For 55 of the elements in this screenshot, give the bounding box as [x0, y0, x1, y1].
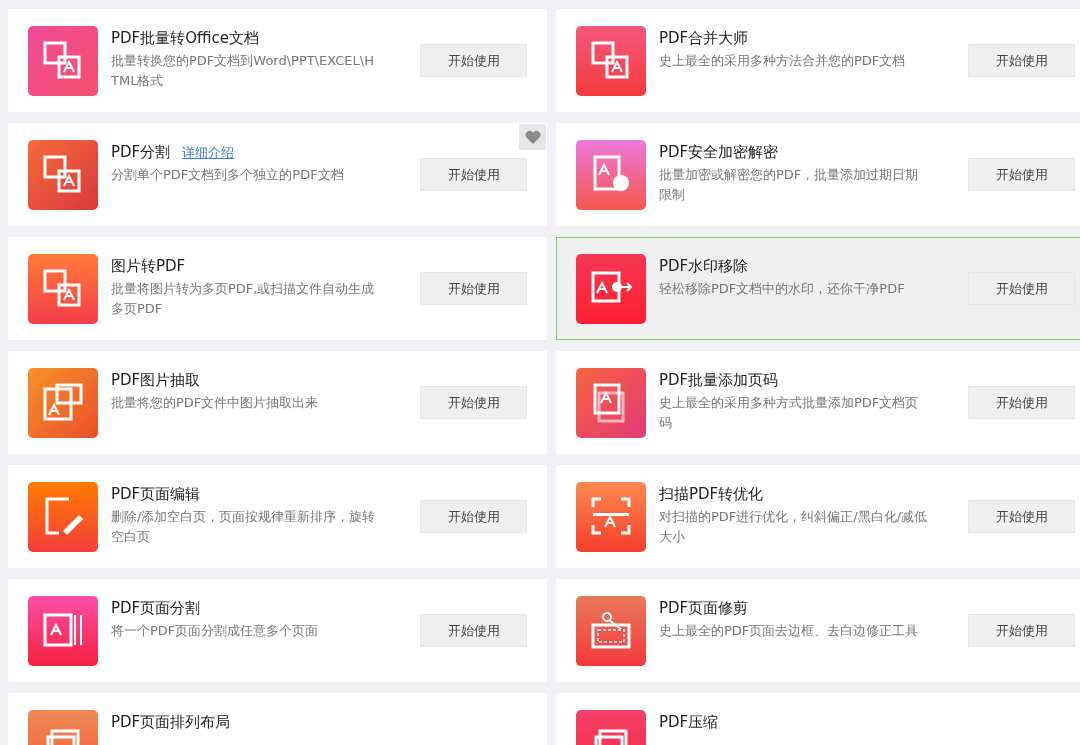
start-button[interactable]: 开始使用 [968, 158, 1075, 191]
tool-title: PDF页面修剪 [659, 599, 749, 618]
tool-card[interactable]: PDF页面修剪 史上最全的PDF页面去边框、去白边修正工具 开始使用 [556, 579, 1080, 682]
tool-title: PDF压缩 [659, 713, 719, 732]
start-button[interactable]: 开始使用 [420, 44, 527, 77]
tool-title: PDF批量添加页码 [659, 371, 779, 390]
tool-card[interactable]: PDF合并大师 史上最全的采用多种方法合并您的PDF文档 开始使用 [556, 9, 1080, 112]
start-button[interactable]: 开始使用 [968, 386, 1075, 419]
tool-title: 扫描PDF转优化 [659, 485, 764, 504]
tool-card[interactable]: PDF批量添加页码 史上最全的采用多种方式批量添加PDF文档页码 开始使用 [556, 351, 1080, 454]
tool-description: 史上最全的采用多种方法合并您的PDF文档 [659, 52, 907, 70]
tool-title: 图片转PDF [111, 257, 186, 276]
tool-description: 分割单个PDF文档到多个独立的PDF文档 [111, 166, 345, 184]
tool-description: 史上最全的PDF页面去边框、去白边修正工具 [659, 622, 920, 640]
tool-description: 将一个PDF页面分割成任意多个页面 [111, 622, 320, 640]
tool-card[interactable]: PDF分割 详细介绍 分割单个PDF文档到多个独立的PDF文档 开始使用 [8, 123, 547, 226]
tool-card[interactable]: PDF页面编辑 删除/添加空白页，页面按规律重新排序，旋转空白页 开始使用 [8, 465, 547, 568]
tool-title: PDF页面分割 [111, 599, 201, 618]
start-button[interactable]: 开始使用 [420, 614, 527, 647]
tool-card[interactable]: PDF批量转Office文档 批量转换您的PDF文档到Word\PPT\EXCEL\HTML格式 开始使用 [8, 9, 547, 112]
tool-description: 批量将您的PDF文件中图片抽取出来 [111, 394, 320, 412]
start-button[interactable]: 开始使用 [420, 386, 527, 419]
tool-title: PDF页面编辑 [111, 485, 201, 504]
tool-card[interactable]: PDF水印移除 轻松移除PDF文档中的水印，还你干净PDF 开始使用 [556, 237, 1080, 340]
tool-description: 批量加密或解密您的PDF，批量添加过期日期限制 [659, 166, 920, 204]
start-button[interactable]: 开始使用 [968, 500, 1075, 533]
tool-title: PDF水印移除 [659, 257, 749, 276]
tool-title: PDF页面排列布局 [111, 713, 231, 732]
tool-title: PDF批量转Office文档 [111, 29, 259, 48]
tool-description: 删除/添加空白页，页面按规律重新排序，旋转空白页 [111, 508, 377, 546]
heart-icon [524, 130, 541, 144]
tool-description: 对扫描的PDF进行优化，纠斜偏正/黑白化/减低大小 [659, 508, 929, 546]
tool-card[interactable]: PDF页面分割 将一个PDF页面分割成任意多个页面 开始使用 [8, 579, 547, 682]
tool-description: 史上最全的采用多种方式批量添加PDF文档页码 [659, 394, 920, 432]
start-button[interactable]: 开始使用 [968, 272, 1075, 305]
tool-card[interactable]: 图片转PDF 批量将图片转为多页PDF,或扫描文件自动生成多页PDF 开始使用 [8, 237, 547, 340]
tool-description: 轻松移除PDF文档中的水印，还你干净PDF [659, 280, 906, 298]
start-button[interactable]: 开始使用 [420, 158, 527, 191]
start-button[interactable]: 开始使用 [968, 614, 1075, 647]
favorite-tag[interactable] [519, 124, 546, 150]
tool-description: 批量将图片转为多页PDF,或扫描文件自动生成多页PDF [111, 280, 376, 318]
start-button[interactable]: 开始使用 [968, 44, 1075, 77]
tool-title: PDF安全加密解密 [659, 143, 779, 162]
details-link[interactable]: 详细介绍 [182, 144, 235, 162]
tool-card[interactable]: PDF压缩 [556, 693, 1080, 745]
tool-card[interactable]: PDF页面排列布局 [8, 693, 547, 745]
tool-title: PDF分割 [111, 143, 171, 162]
tool-title: PDF图片抽取 [111, 371, 201, 390]
tool-card[interactable]: 扫描PDF转优化 对扫描的PDF进行优化，纠斜偏正/黑白化/减低大小 开始使用 [556, 465, 1080, 568]
start-button[interactable]: 开始使用 [420, 272, 527, 305]
tool-title: PDF合并大师 [659, 29, 749, 48]
start-button[interactable]: 开始使用 [420, 500, 527, 533]
tool-card[interactable]: PDF图片抽取 批量将您的PDF文件中图片抽取出来 开始使用 [8, 351, 547, 454]
tool-description: 批量转换您的PDF文档到Word\PPT\EXCEL\HTML格式 [111, 52, 375, 90]
tool-card[interactable]: PDF安全加密解密 批量加密或解密您的PDF，批量添加过期日期限制 开始使用 [556, 123, 1080, 226]
